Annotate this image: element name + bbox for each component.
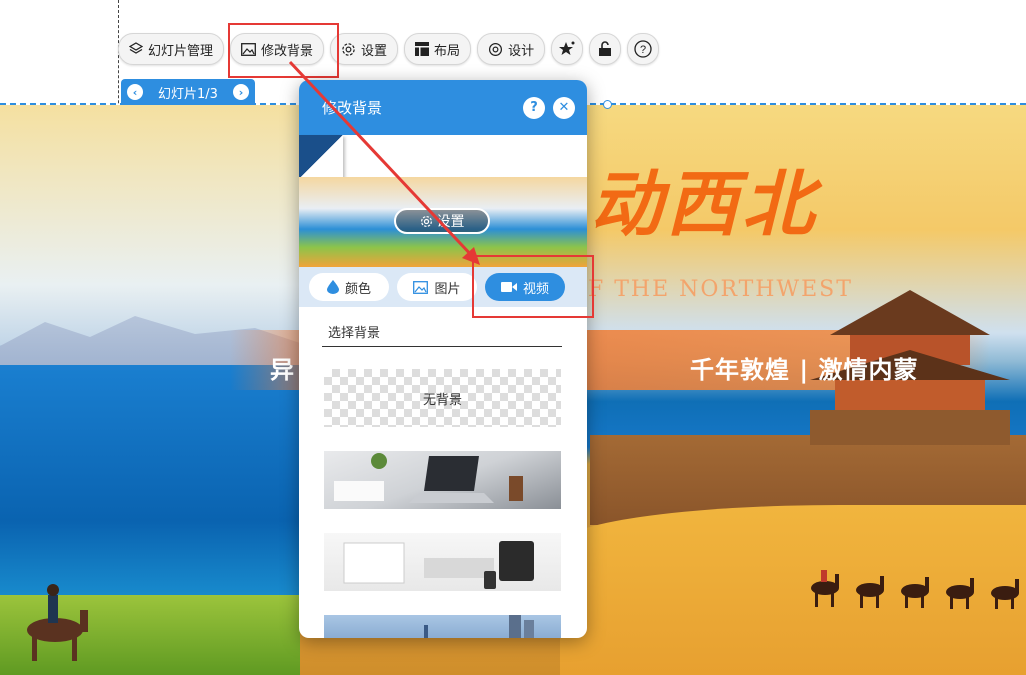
page-fold-icon: [299, 135, 343, 179]
city-skyline-thumbnail: [424, 615, 534, 638]
camel-caravan: [811, 570, 1019, 609]
lock-button[interactable]: [589, 33, 622, 65]
sky-left: [0, 105, 300, 345]
panel-title: 修改背景: [322, 99, 383, 117]
preview-settings-label: 设置: [436, 214, 465, 230]
image-icon: [413, 280, 429, 294]
slide-toolbar: 幻灯片管理 修改背景 设置 布局 设计 ?: [118, 33, 660, 65]
star-sparkle-icon: [559, 41, 575, 55]
gear-icon: [420, 215, 432, 227]
layout-button[interactable]: 布局: [404, 33, 472, 65]
slide-title[interactable]: 动西北: [590, 145, 818, 250]
design-label: 设计: [508, 43, 535, 59]
design-icon: [489, 42, 503, 56]
background-preview: 设置: [299, 135, 587, 267]
design-button[interactable]: 设计: [477, 33, 546, 65]
panel-close-button[interactable]: ✕: [553, 96, 575, 119]
resize-handle[interactable]: [603, 100, 612, 109]
background-option-none[interactable]: 无背景: [324, 369, 561, 427]
svg-text:?: ?: [640, 44, 646, 56]
gear-icon: [342, 42, 355, 56]
select-background-label: 选择背景: [328, 326, 381, 341]
background-panel: 修改背景 ? ✕ 设置 颜色 图片 视频 选择背景 无背景: [299, 80, 587, 638]
settings-label: 设置: [361, 43, 388, 59]
tab-color-label: 颜色: [344, 281, 371, 297]
no-background-label: 无背景: [422, 392, 462, 408]
background-list: 无背景: [324, 369, 561, 638]
layers-icon: [129, 42, 143, 54]
droplet-icon: [326, 280, 339, 294]
layout-icon: [415, 42, 430, 56]
tab-image-label: 图片: [434, 281, 461, 297]
panel-help-button[interactable]: ?: [523, 96, 545, 119]
help-icon: ?: [634, 40, 652, 58]
background-option-office[interactable]: [324, 533, 561, 591]
panel-header: 修改背景 ? ✕: [299, 80, 587, 135]
preview-settings-button[interactable]: 设置: [394, 208, 490, 234]
slide-left-text[interactable]: 异: [270, 350, 294, 385]
background-option-desk[interactable]: [324, 451, 561, 509]
tab-image[interactable]: 图片: [397, 273, 477, 301]
help-button[interactable]: ?: [627, 33, 660, 65]
layout-label: 布局: [434, 43, 461, 59]
next-slide-button[interactable]: ›: [233, 84, 249, 100]
slide-manager-label: 幻灯片管理: [148, 43, 214, 59]
slide-navigator: ‹ 幻灯片1/3 ›: [121, 79, 255, 105]
prev-slide-button[interactable]: ‹: [127, 84, 143, 100]
highlight-change-background: [228, 23, 339, 78]
keyboard-desk-thumbnail: [343, 541, 534, 589]
highlight-video-tab: [472, 255, 594, 318]
tab-color[interactable]: 颜色: [309, 273, 389, 301]
background-option-city[interactable]: [324, 615, 561, 638]
slide-subtitle-en[interactable]: F THE NORTHWEST: [588, 277, 853, 302]
horse-rider: [27, 584, 88, 661]
slide-manager-button[interactable]: 幻灯片管理: [118, 33, 225, 65]
animation-button[interactable]: [551, 33, 584, 65]
laptop-desk-thumbnail: [334, 453, 523, 503]
settings-button[interactable]: 设置: [330, 33, 399, 65]
slide-counter: 幻灯片1/3: [158, 86, 218, 102]
section-divider: [322, 346, 562, 347]
slide-right-text[interactable]: 千年敦煌 | 激情内蒙: [690, 350, 918, 385]
unlock-icon: [599, 41, 612, 56]
